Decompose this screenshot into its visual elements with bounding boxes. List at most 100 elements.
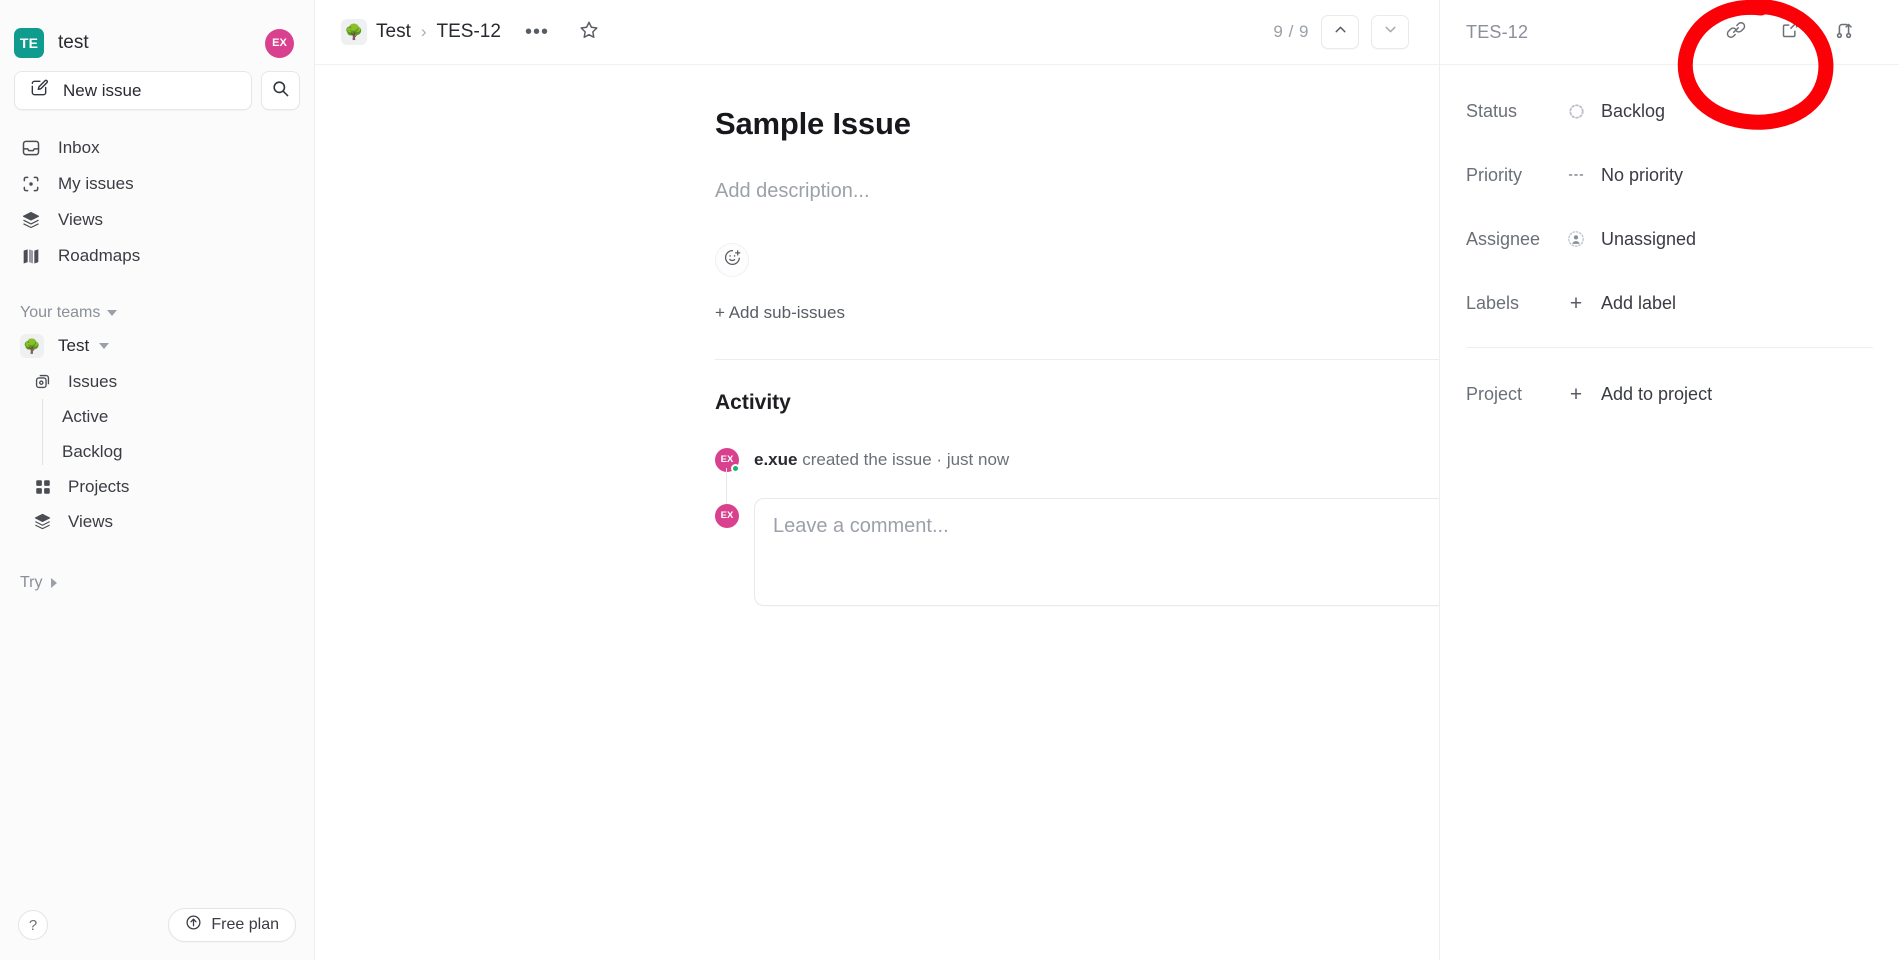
sidebar-item-team-views[interactable]: Views [0,504,314,539]
properties-list: Status Backlog Priority No priority Assi… [1440,65,1899,438]
comment-input-box[interactable]: Leave a comment... Comment [754,497,1439,606]
add-sub-issues-button[interactable]: + Add sub-issues [715,303,845,323]
chevron-right-icon [50,578,57,588]
plus-icon: + [1569,382,1583,406]
plus-icon: + [1569,291,1583,315]
issue-properties-panel: TES-12 Status Backlog Priority No priori… [1440,0,1899,960]
issues-icon [32,371,53,392]
sidebar-team-test[interactable]: 🌳 Test [0,328,314,364]
sidebar-item-inbox[interactable]: Inbox [0,130,314,166]
property-label: Assignee [1466,228,1541,249]
panel-divider [1466,347,1873,348]
comment-placeholder: Leave a comment... [773,514,949,537]
my-issues-icon [20,174,41,195]
team-name-label: Test [58,336,90,355]
copy-link-button[interactable] [1723,19,1749,45]
add-label-button[interactable]: + Add label [1566,293,1676,314]
your-teams-section-header[interactable]: Your teams [0,298,314,328]
sidebar-item-issues[interactable]: Issues [0,364,314,399]
property-project: Project + Add to project [1466,374,1873,414]
property-label: Project [1466,383,1523,404]
duplicate-icon [1780,19,1801,45]
sidebar: TE test EX New issue Inbox My issues Vie… [0,0,315,960]
issue-description-placeholder[interactable]: Add description... [715,180,1439,203]
assignee-value-button[interactable]: Unassigned [1566,229,1696,250]
free-plan-button[interactable]: Free plan [168,908,296,942]
linear-issue-app: TE test EX New issue Inbox My issues Vie… [0,0,1899,960]
duplicate-button[interactable] [1777,19,1803,45]
sidebar-item-label: Roadmaps [58,246,141,265]
avatar[interactable]: EX [715,503,739,528]
issue-body: Sample Issue Add description... + Add su… [315,65,1439,960]
workspace-logo: TE [14,28,44,58]
activity-actor: e.xue [754,449,798,469]
new-issue-button[interactable]: New issue [14,71,252,110]
main-content: 🌳 Test › TES-12 ••• 9 / 9 Sample Issue A… [315,0,1440,960]
header-more-button[interactable]: ••• [523,18,551,46]
breadcrumb-separator: › [420,22,427,41]
workspace-row[interactable]: TE test EX [0,20,314,66]
upgrade-arrow-icon [185,914,202,936]
property-labels: Labels + Add label [1466,283,1873,323]
sidebar-item-label: Issues [68,371,118,391]
status-value-button[interactable]: Backlog [1566,101,1665,122]
section-divider [715,358,1439,360]
sidebar-item-label: My issues [58,174,134,193]
previous-issue-button[interactable] [1321,15,1359,49]
search-button[interactable] [261,71,300,110]
new-issue-row: New issue [0,66,314,110]
avatar-wrapper: EX [715,447,740,473]
pencil-square-icon [29,78,49,103]
breadcrumb-issue-id[interactable]: TES-12 [437,21,501,43]
sidebar-item-my-issues[interactable]: My issues [0,166,314,202]
activity-entry-text: e.xue created the issue · just now [754,450,1009,470]
property-value: Unassigned [1601,228,1697,249]
sidebar-item-roadmaps[interactable]: Roadmaps [0,238,314,274]
sidebar-item-label: Views [58,210,104,229]
sidebar-item-backlog[interactable]: Backlog [54,434,314,469]
priority-none-icon [1566,165,1586,185]
team-emoji-icon: 🌳 [341,19,367,45]
activity-entry: EX e.xue created the issue · just now [715,447,1439,473]
search-icon [271,79,290,103]
try-section-header[interactable]: Try [0,567,314,599]
add-reaction-button[interactable] [715,242,749,277]
workspace-name: test [58,32,89,53]
copy-git-branch-name-button[interactable] [1831,19,1857,45]
next-issue-button[interactable] [1371,15,1409,49]
comment-composer: EX Leave a comment... Comme [715,467,1439,606]
help-button[interactable]: ? [18,910,48,940]
property-label: Priority [1466,164,1523,185]
sidebar-item-views[interactable]: Views [0,202,314,238]
activity-separator: · [936,449,943,469]
panel-issue-id: TES-12 [1466,21,1529,42]
chevron-down-icon [1382,21,1399,43]
sidebar-item-projects[interactable]: Projects [0,469,314,504]
avatar[interactable]: EX [265,28,294,58]
breadcrumb-team[interactable]: Test [376,21,411,43]
property-status: Status Backlog [1466,91,1873,131]
star-icon [578,19,600,46]
sidebar-item-active[interactable]: Active [54,399,314,434]
free-plan-label: Free plan [211,916,279,933]
chevron-down-icon [107,310,118,316]
new-issue-label: New issue [63,80,142,100]
assignee-none-icon [1566,229,1586,249]
your-teams-label: Your teams [20,304,101,321]
issue-title[interactable]: Sample Issue [715,105,1439,144]
property-label: Labels [1466,292,1520,313]
sidebar-item-label: Projects [68,476,130,496]
priority-value-button[interactable]: No priority [1566,165,1683,186]
chevron-up-icon [1332,21,1349,43]
projects-icon [32,476,53,497]
add-to-project-button[interactable]: + Add to project [1566,384,1712,405]
online-status-dot [731,463,740,473]
issue-pager: 9 / 9 [1273,15,1409,49]
layers-icon [20,210,41,231]
activity-header: Activity Unsubscribe EX ••• [715,391,1439,416]
favorite-button[interactable] [575,18,603,46]
status-backlog-icon [1566,101,1586,121]
issues-children: Active Backlog [0,399,314,469]
pager-count: 9 / 9 [1273,22,1309,41]
try-label: Try [20,574,43,591]
